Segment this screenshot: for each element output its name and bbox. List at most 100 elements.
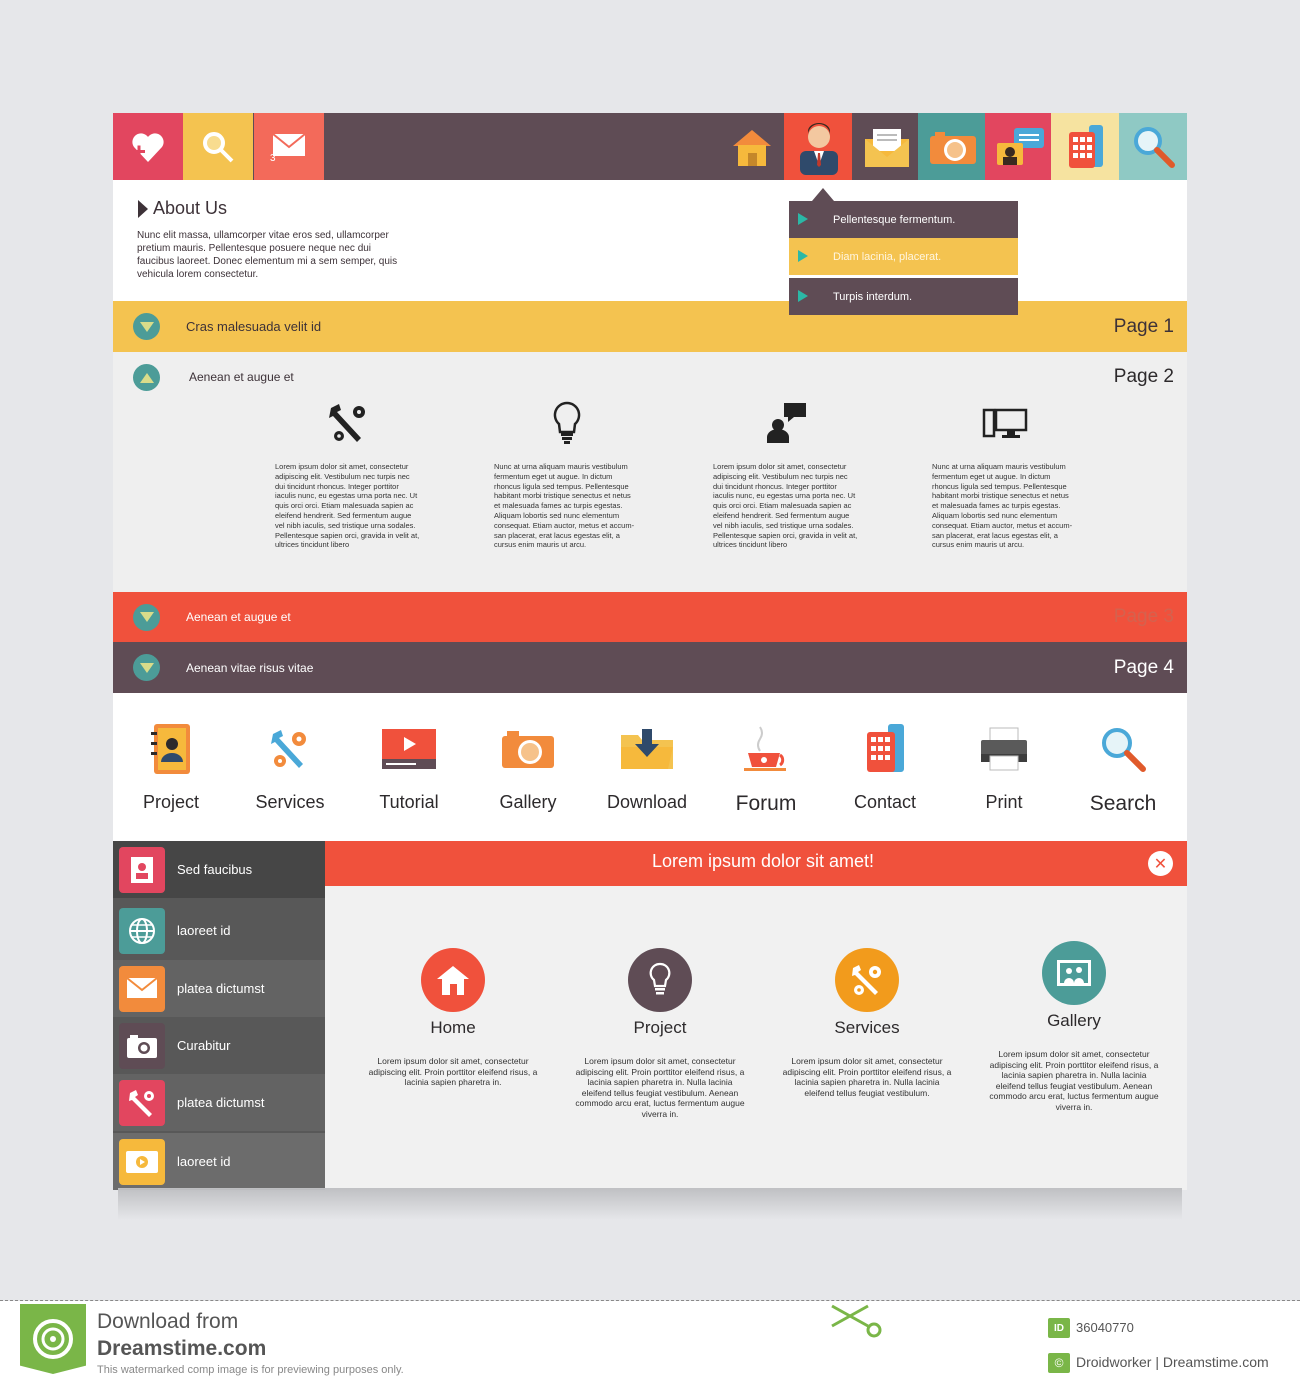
settings-tools-icon — [129, 1089, 154, 1117]
nav-label: Forum — [735, 792, 797, 815]
nav-services[interactable]: Services — [232, 718, 348, 813]
mail-icon — [126, 976, 158, 998]
feature-card[interactable]: Home Lorem ipsum dolor sit amet, consect… — [368, 948, 538, 1088]
divider — [0, 1300, 1300, 1301]
favorite-button[interactable] — [113, 113, 183, 180]
column-text: Lorem ipsum dolor sit amet, consectetur … — [275, 462, 420, 550]
download-from-text: Download from — [97, 1310, 239, 1333]
feature-card[interactable]: Services Lorem ipsum dolor sit amet, con… — [782, 948, 952, 1098]
chat-button[interactable] — [985, 113, 1055, 180]
accordion-row-4[interactable]: Aenean vitae risus vitae Page 4 — [113, 642, 1187, 693]
expand-icon[interactable] — [133, 603, 160, 631]
zoom-button[interactable] — [183, 113, 253, 180]
author-credit: Droidworker | Dreamstime.com — [1076, 1354, 1269, 1370]
lightbulb-icon — [649, 962, 671, 995]
home-button[interactable] — [717, 113, 787, 180]
accordion-row-3[interactable]: Aenean et augue et Page 3 — [113, 592, 1187, 642]
sidebar-item-label: platea dictumst — [177, 981, 265, 996]
nav-label: Download — [606, 792, 688, 812]
printer-icon — [981, 727, 1027, 771]
dropdown-item-label: Pellentesque fermentum. — [833, 213, 956, 226]
feature-card[interactable]: Gallery Lorem ipsum dolor sit amet, cons… — [989, 941, 1159, 1113]
dreamstime-logo-icon — [20, 1304, 86, 1374]
accordion-row-2[interactable]: Aenean et augue et Page 2 — [113, 352, 1187, 403]
accordion-row-1[interactable]: Cras malesuada velit id Page 1 — [113, 301, 1187, 352]
feature-icon — [1042, 941, 1106, 1005]
video-icon — [126, 1150, 158, 1173]
nav-contact[interactable]: Contact — [827, 718, 943, 813]
nav-print[interactable]: Print — [946, 718, 1062, 813]
column-text: Nunc at urna aliquam mauris vestibulum f… — [932, 462, 1073, 550]
tools-icon — [271, 730, 306, 768]
mail-button[interactable]: 3 — [254, 113, 324, 180]
nav-label: Print — [985, 792, 1023, 812]
feature-title: Gallery — [1047, 1011, 1101, 1030]
nav-tutorial[interactable]: Tutorial — [351, 718, 467, 813]
sidebar-item[interactable]: laoreet id — [113, 902, 325, 959]
sidebar-item[interactable]: platea dictumst — [113, 960, 325, 1017]
nav-label: Project — [142, 792, 200, 812]
feature-icon — [421, 948, 485, 1012]
dropdown-item[interactable]: Pellentesque fermentum. — [789, 201, 1018, 238]
feature-text: Lorem ipsum dolor sit amet, consectetur … — [575, 1056, 745, 1119]
dropdown-item[interactable]: Diam lacinia, placerat. — [789, 238, 1018, 275]
sidebar-item[interactable]: platea dictumst — [113, 1074, 325, 1131]
feature-card[interactable]: Project Lorem ipsum dolor sit amet, cons… — [575, 948, 745, 1120]
expand-icon[interactable] — [133, 313, 160, 340]
search-icon — [1102, 728, 1146, 772]
play-arrow-icon — [798, 250, 808, 262]
camera-button[interactable] — [918, 113, 988, 180]
camera-icon — [502, 731, 554, 768]
nav-gallery[interactable]: Gallery — [470, 718, 586, 813]
sidebar-item-icon — [119, 1138, 165, 1185]
phone-calculator-icon — [867, 724, 904, 772]
heart-icon — [132, 132, 164, 162]
photo-gallery-icon — [1057, 960, 1091, 986]
contact-card-icon — [131, 856, 153, 883]
sidebar-item-icon — [119, 1079, 165, 1126]
dropdown-item[interactable]: Turpis interdum. — [789, 278, 1018, 315]
accordion-page: Page 3 — [1113, 606, 1174, 627]
magnifier-icon — [203, 131, 234, 162]
letters-button[interactable] — [852, 113, 922, 180]
envelope-icon — [865, 128, 909, 167]
site-name[interactable]: Dreamstime.com — [97, 1337, 266, 1361]
close-icon[interactable]: ✕ — [1148, 851, 1173, 876]
feature-icon — [628, 948, 692, 1012]
sidebar-item-label: Sed faucibus — [177, 862, 253, 877]
profile-button[interactable] — [784, 113, 854, 180]
nav-download[interactable]: Download — [589, 718, 705, 813]
nav-search[interactable]: Search — [1065, 718, 1181, 816]
video-player-icon — [382, 729, 436, 769]
accordion-label: Aenean vitae risus vitae — [186, 660, 314, 675]
search-button[interactable] — [1119, 113, 1187, 180]
feature-title: Project — [633, 1018, 687, 1037]
nav-forum[interactable]: Forum — [708, 718, 824, 816]
sidebar-item-icon — [119, 965, 165, 1012]
about-text: Nunc elit massa, ullamcorper vitae eros … — [137, 230, 398, 280]
feature-text: Lorem ipsum dolor sit amet, consectetur … — [782, 1056, 952, 1098]
column-text: Lorem ipsum dolor sit amet, consectetur … — [713, 462, 858, 550]
globe-icon — [129, 917, 155, 944]
sidebar-item[interactable]: Sed faucibus — [113, 841, 325, 898]
home-icon — [437, 966, 469, 995]
dropdown-pointer — [812, 188, 834, 201]
nav-label: Services — [255, 792, 325, 812]
frame-shadow — [118, 1188, 1182, 1220]
feature-icon — [835, 948, 899, 1012]
play-arrow-icon — [798, 290, 808, 302]
sidebar-item[interactable]: laoreet id — [113, 1133, 325, 1190]
sidebar-item[interactable]: Curabitur — [113, 1017, 325, 1074]
watermark-note: This watermarked comp image is for previ… — [97, 1364, 404, 1376]
collapse-icon[interactable] — [133, 364, 160, 391]
feature-column: Lorem ipsum dolor sit amet, consectetur … — [713, 398, 858, 550]
feature-column: Nunc at urna aliquam mauris vestibulum f… — [932, 398, 1077, 550]
expand-icon[interactable] — [133, 654, 160, 681]
calculator-button[interactable] — [1051, 113, 1121, 180]
house-icon — [733, 129, 771, 166]
accordion-label: Aenean et augue et — [186, 610, 291, 624]
feature-column: Nunc at urna aliquam mauris vestibulum f… — [494, 398, 639, 550]
image-id: 36040770 — [1076, 1320, 1134, 1335]
nav-project[interactable]: Project — [113, 718, 229, 813]
top-navigation-bar: 3 — [113, 113, 1187, 180]
